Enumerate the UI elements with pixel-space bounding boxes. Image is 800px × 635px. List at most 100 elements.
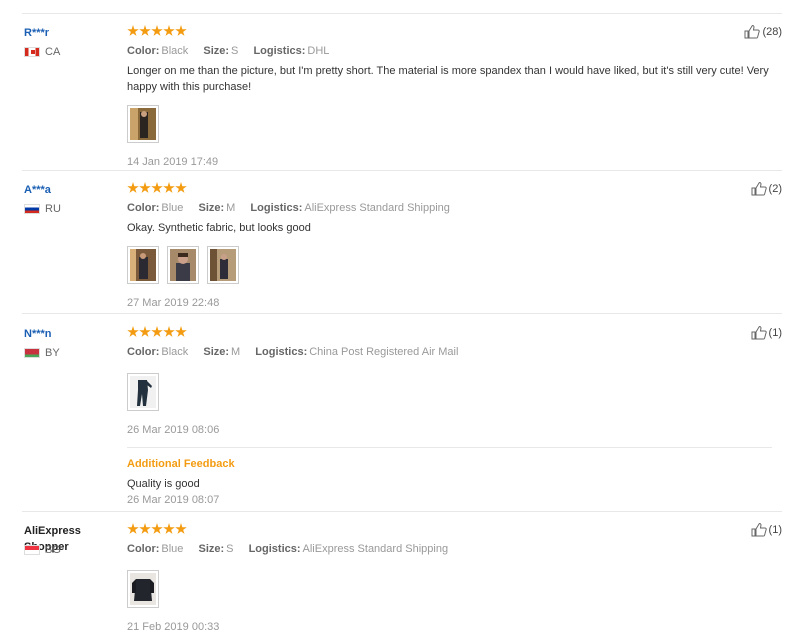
logistics-label: Logistics:	[248, 543, 301, 555]
thumbs-up-icon	[744, 25, 761, 39]
country-code: RU	[45, 203, 61, 215]
star-icon	[127, 25, 139, 36]
reviewer-info: A***a RU	[24, 182, 124, 216]
star-icon	[139, 326, 151, 337]
like-count: (2)	[768, 183, 782, 195]
review-photos	[127, 373, 772, 411]
review-photo[interactable]	[127, 570, 159, 608]
order-info: Color: Blue Size: S Logistics: AliExpress S…	[127, 542, 772, 556]
review-text: Longer on me than the picture, but I'm p…	[127, 65, 769, 93]
review-photo[interactable]	[167, 246, 199, 284]
reviewer-info: R***r CA	[24, 25, 124, 59]
size-value: S	[231, 45, 239, 57]
review-content: Color: Blue Size: M Logistics: AliExpress S…	[127, 182, 772, 310]
country-code: CA	[45, 46, 61, 58]
color-value: Blue	[161, 202, 184, 214]
star-icon	[139, 25, 151, 36]
size-label: Size:	[198, 543, 225, 555]
review-photo[interactable]	[127, 373, 159, 411]
logistics-value: DHL	[307, 45, 330, 57]
star-rating	[127, 523, 772, 537]
flag-icon	[24, 204, 40, 214]
order-info: Color: Blue Size: M Logistics: AliExpress S…	[127, 201, 772, 215]
additional-feedback-date: 26 Mar 2019 08:07	[127, 494, 220, 506]
helpful-button[interactable]: (1)	[751, 523, 782, 537]
logistics-value: AliExpress Standard Shipping	[302, 543, 449, 555]
helpful-button[interactable]: (2)	[751, 182, 782, 196]
size-value: M	[231, 346, 241, 358]
country-code: SG	[45, 544, 61, 556]
size-label: Size:	[203, 45, 230, 57]
like-count: (1)	[768, 327, 782, 339]
reviewer-name[interactable]: N***n	[24, 326, 124, 342]
thumbs-up-icon	[751, 326, 767, 340]
divider	[22, 170, 782, 171]
review-photo[interactable]	[207, 246, 239, 284]
reviewer-country: SG	[24, 543, 124, 557]
flag-icon	[24, 545, 40, 555]
like-count: (1)	[768, 524, 782, 536]
star-icon	[127, 182, 139, 193]
star-rating	[127, 25, 772, 39]
thumbs-up-icon	[751, 523, 767, 537]
star-icon	[163, 182, 175, 193]
helpful-button[interactable]: (1)	[751, 326, 782, 340]
star-icon	[151, 326, 163, 337]
divider	[22, 13, 782, 14]
review-photos	[127, 105, 772, 143]
color-value: Blue	[161, 543, 184, 555]
color-label: Color:	[127, 346, 160, 358]
review-text: Okay. Synthetic fabric, but looks good	[127, 222, 311, 234]
size-value: S	[226, 543, 234, 555]
review-date: 27 Mar 2019 22:48	[127, 297, 220, 309]
star-icon	[163, 25, 175, 36]
color-label: Color:	[127, 45, 160, 57]
star-icon	[175, 523, 187, 534]
color-value: Black	[161, 45, 189, 57]
reviewer-info: N***n BY	[24, 326, 124, 360]
country-code: BY	[45, 347, 60, 359]
logistics-label: Logistics:	[250, 202, 303, 214]
star-icon	[151, 25, 163, 36]
divider	[22, 313, 782, 314]
star-icon	[175, 25, 187, 36]
star-icon	[139, 182, 151, 193]
review-date: 21 Feb 2019 00:33	[127, 621, 220, 633]
reviewer-country: RU	[24, 202, 124, 216]
order-info: Color: Black Size: S Logistics: DHL	[127, 44, 772, 58]
thumbs-up-icon	[751, 182, 767, 196]
reviewer-name[interactable]: R***r	[24, 25, 124, 41]
review-photo[interactable]	[127, 246, 159, 284]
reviewer-name[interactable]: AliExpress Shopper	[24, 523, 124, 553]
size-label: Size:	[198, 202, 225, 214]
star-icon	[127, 523, 139, 534]
flag-icon	[24, 348, 40, 358]
reviewer-name[interactable]: A***a	[24, 182, 124, 198]
logistics-label: Logistics:	[253, 45, 306, 57]
order-info: Color: Black Size: M Logistics: China Post …	[127, 345, 772, 359]
reviewer-country: BY	[24, 346, 124, 360]
review-photo[interactable]	[127, 105, 159, 143]
logistics-label: Logistics:	[255, 346, 308, 358]
logistics-value: China Post Registered Air Mail	[309, 346, 459, 358]
star-rating	[127, 326, 772, 340]
review-photos	[127, 246, 772, 284]
star-icon	[175, 326, 187, 337]
star-icon	[139, 523, 151, 534]
color-value: Black	[161, 346, 189, 358]
review-photos	[127, 570, 772, 608]
review-date: 26 Mar 2019 08:06	[127, 424, 220, 436]
star-rating	[127, 182, 772, 196]
star-icon	[127, 326, 139, 337]
review-content: Color: Blue Size: S Logistics: AliExpress S…	[127, 523, 772, 634]
review-content: Color: Black Size: S Logistics: DHL Longer …	[127, 25, 772, 169]
helpful-button[interactable]: (28)	[744, 25, 782, 39]
star-icon	[151, 523, 163, 534]
size-value: M	[226, 202, 236, 214]
star-icon	[163, 326, 175, 337]
review-list: R***r CA Color: Black Size: S Logistics: DH…	[0, 0, 800, 635]
review-date: 14 Jan 2019 17:49	[127, 156, 219, 168]
divider	[22, 511, 782, 512]
reviewer-country: CA	[24, 45, 124, 59]
star-icon	[163, 523, 175, 534]
